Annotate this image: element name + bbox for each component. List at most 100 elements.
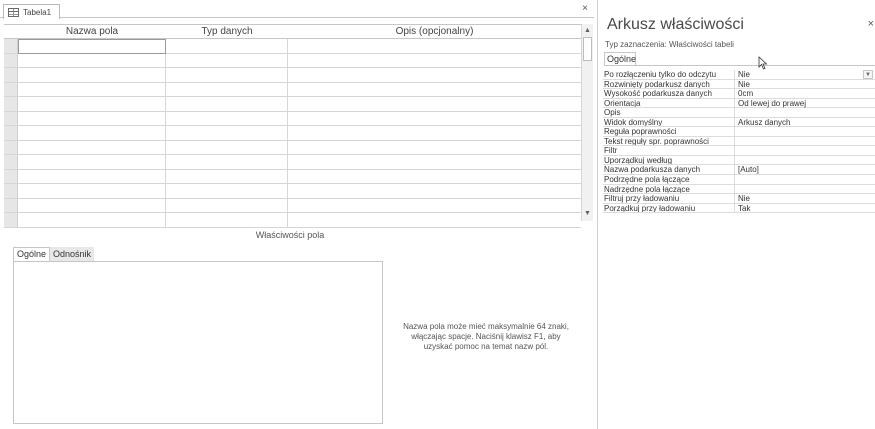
chevron-down-icon[interactable]: ▼	[863, 70, 873, 79]
row-selector[interactable]	[4, 213, 18, 227]
row-selector[interactable]	[4, 140, 18, 154]
description-cell[interactable]	[288, 155, 581, 169]
grid-vertical-scrollbar[interactable]: ▲ ▼	[581, 24, 593, 221]
table-row[interactable]	[4, 155, 581, 170]
row-selector[interactable]	[4, 111, 18, 125]
description-cell[interactable]	[288, 97, 581, 111]
column-header-field-name[interactable]: Nazwa pola	[18, 26, 166, 37]
property-value[interactable]	[738, 175, 875, 184]
field-name-cell[interactable]	[18, 53, 166, 67]
property-row[interactable]: Nadrzędne pola łączące	[603, 184, 875, 195]
tab-general[interactable]: Ogólne	[13, 247, 51, 261]
property-value[interactable]: Nie	[738, 70, 875, 79]
tab-lookup[interactable]: Odnośnik	[50, 247, 95, 261]
table-row[interactable]	[4, 53, 581, 68]
field-name-cell[interactable]	[18, 68, 166, 82]
property-row[interactable]: Nazwa podarkusza danych [Auto]	[603, 165, 875, 176]
table-row[interactable]	[4, 68, 581, 83]
property-row[interactable]: Widok domyślny Arkusz danych	[603, 117, 875, 128]
data-type-cell[interactable]	[166, 126, 288, 140]
field-name-cell[interactable]	[18, 111, 166, 125]
table-row[interactable]	[4, 140, 581, 155]
close-document-icon[interactable]: ×	[582, 3, 588, 14]
row-selector[interactable]	[4, 97, 18, 111]
description-cell[interactable]	[288, 83, 581, 97]
field-name-cell[interactable]	[18, 140, 166, 154]
description-cell[interactable]	[288, 184, 581, 198]
property-value[interactable]: [Auto]	[738, 165, 875, 175]
row-selector[interactable]	[4, 169, 18, 183]
row-selector[interactable]	[4, 82, 18, 96]
property-row[interactable]: Tekst reguły spr. poprawności	[603, 136, 875, 147]
table-row[interactable]	[4, 169, 581, 184]
document-tab-tabela1[interactable]: Tabela1	[3, 4, 61, 19]
field-name-cell[interactable]	[18, 213, 166, 227]
field-name-cell[interactable]	[18, 184, 166, 198]
table-row[interactable]	[4, 82, 581, 97]
data-type-cell[interactable]	[166, 184, 288, 198]
property-row[interactable]: Porządkuj przy ładowaniu Tak	[603, 203, 875, 214]
data-type-cell[interactable]	[166, 169, 288, 183]
property-value[interactable]: Tak	[738, 204, 875, 213]
data-type-cell[interactable]	[166, 140, 288, 154]
property-value[interactable]: Nie	[738, 80, 875, 89]
scrollbar-thumb[interactable]	[583, 37, 592, 61]
close-icon[interactable]: ×	[868, 18, 874, 30]
row-selector[interactable]	[4, 198, 18, 212]
row-selector[interactable]	[4, 126, 18, 140]
property-row[interactable]: Filtr	[603, 146, 875, 156]
table-row[interactable]	[4, 111, 581, 126]
column-header-data-type[interactable]: Typ danych	[166, 26, 288, 37]
data-type-cell[interactable]	[166, 198, 288, 212]
data-type-cell[interactable]	[166, 53, 288, 67]
table-row[interactable]	[4, 126, 581, 141]
property-row[interactable]: Wysokość podarkusza danych 0cm	[603, 89, 875, 99]
data-type-cell[interactable]	[166, 213, 288, 227]
row-selector[interactable]	[4, 68, 18, 82]
description-cell[interactable]	[288, 213, 581, 227]
description-cell[interactable]	[288, 112, 581, 126]
field-name-cell[interactable]	[18, 126, 166, 140]
data-type-cell[interactable]	[166, 68, 288, 82]
row-selector[interactable]	[4, 39, 18, 53]
property-value[interactable]	[738, 127, 875, 136]
property-row[interactable]: Po rozłączeniu tylko do odczytu Nie ▼	[603, 70, 875, 80]
tab-sheet-general[interactable]: Ogólne	[604, 52, 636, 66]
field-name-cell[interactable]	[18, 97, 166, 111]
description-cell[interactable]	[288, 54, 581, 68]
field-name-cell-active[interactable]	[18, 39, 166, 54]
property-value[interactable]	[738, 146, 875, 155]
description-cell[interactable]	[288, 39, 581, 53]
property-value[interactable]	[738, 137, 875, 146]
row-selector[interactable]	[4, 155, 18, 169]
data-type-cell[interactable]	[166, 39, 288, 53]
description-cell[interactable]	[288, 126, 581, 140]
property-value[interactable]: Arkusz danych	[738, 118, 875, 127]
column-header-description[interactable]: Opis (opcjonalny)	[288, 26, 581, 37]
scroll-down-arrow-icon[interactable]: ▼	[582, 208, 593, 219]
description-cell[interactable]	[288, 170, 581, 184]
property-value[interactable]	[738, 156, 875, 165]
field-name-cell[interactable]	[18, 155, 166, 169]
table-row[interactable]	[4, 184, 581, 199]
property-value[interactable]	[738, 185, 875, 194]
property-row[interactable]: Filtruj przy ładowaniu Nie	[603, 194, 875, 204]
data-type-cell[interactable]	[166, 111, 288, 125]
property-value[interactable]: 0cm	[738, 89, 875, 98]
property-row[interactable]: Opis	[603, 108, 875, 118]
property-row[interactable]: Rozwinięty podarkusz danych Nie	[603, 79, 875, 90]
table-row[interactable]	[4, 97, 581, 112]
property-row[interactable]: Orientacja Od lewej do prawej	[603, 98, 875, 109]
table-row[interactable]	[4, 198, 581, 213]
field-name-cell[interactable]	[18, 82, 166, 96]
row-selector[interactable]	[4, 184, 18, 198]
table-row[interactable]	[4, 213, 581, 228]
property-row[interactable]: Uporządkuj według	[603, 155, 875, 166]
data-type-cell[interactable]	[166, 155, 288, 169]
field-name-cell[interactable]	[18, 169, 166, 183]
description-cell[interactable]	[288, 141, 581, 155]
field-name-cell[interactable]	[18, 198, 166, 212]
property-row[interactable]: Reguła poprawności	[603, 127, 875, 137]
scroll-up-arrow-icon[interactable]: ▲	[582, 25, 593, 36]
property-value[interactable]: Nie	[738, 194, 875, 203]
